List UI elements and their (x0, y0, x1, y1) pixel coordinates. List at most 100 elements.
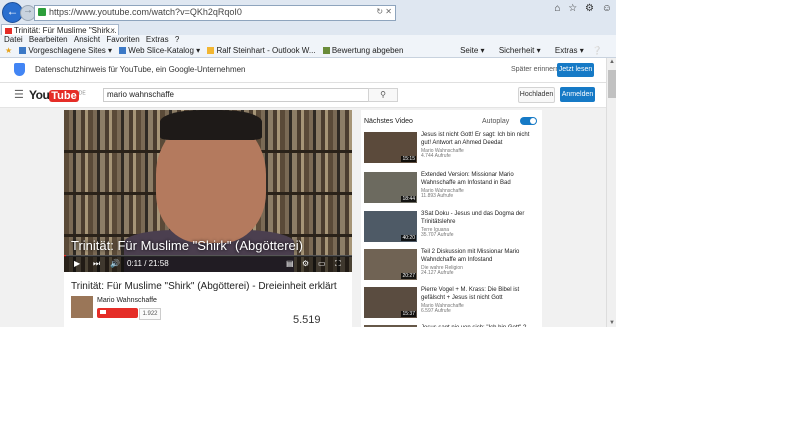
hamburger-menu-icon[interactable]: ☰ (14, 88, 24, 101)
forward-arrow-icon: → (23, 5, 33, 16)
subscribe-button[interactable]: Abonnieren (97, 308, 138, 326)
channel-name[interactable]: Mario Wahnschaffe (97, 297, 157, 304)
youtube-logo[interactable]: You Tube DE (29, 88, 86, 102)
menu-datei[interactable]: Datei (4, 35, 23, 44)
browser-window: ← → https://www.youtube.com/watch?v=QKh2… (0, 0, 616, 327)
related-video-title[interactable]: Pierre Vogel + M. Krass: Die Bibel ist g… (421, 286, 541, 302)
related-video-title[interactable]: Teil 2 Diskussion mit Missionar Mario Wa… (421, 248, 541, 264)
fav-bewertung[interactable]: Bewertung abgeben (322, 45, 403, 57)
fav-outlook[interactable]: Ralf Steinhart - Outlook W... (207, 45, 316, 57)
fullscreen-icon[interactable]: ⛶ (335, 259, 341, 269)
youtube-header: ☰ You Tube DE mario wahnschaffe ⚲ Hochlade… (0, 83, 606, 108)
video-duration: 15:15 (401, 156, 416, 162)
video-thumbnail[interactable]: 40:20 (364, 211, 417, 242)
window-controls: ⌂ ☆ ⚙ ☺ (549, 3, 612, 14)
subscriber-count: 1.922 (139, 308, 161, 320)
video-thumbnail[interactable]: 18:44 (364, 172, 417, 203)
video-duration: 18:44 (401, 196, 416, 202)
theater-mode-icon[interactable]: ▭ (318, 259, 326, 268)
related-video-item[interactable]: 18:44 Extended Version: Missionar Mario W… (364, 172, 542, 207)
video-title: Trinität: Für Muslime "Shirk" (Abgöttere… (71, 281, 337, 292)
related-video-title[interactable]: Extended Version: Missionar Mario Wahnsc… (421, 171, 541, 187)
menu-bearbeiten[interactable]: Bearbeiten (29, 35, 68, 44)
search-input[interactable]: mario wahnschaffe (103, 88, 370, 102)
search-button[interactable]: ⚲ (368, 88, 398, 102)
page-content: Datenschutzhinweis für YouTube, ein Goog… (0, 58, 606, 327)
rating-icon (322, 47, 330, 55)
related-video-title[interactable]: Jesus sagt nie von sich: "Ich bin Gott" … (421, 324, 541, 327)
play-icon[interactable]: ▶ (74, 259, 80, 268)
security-menu[interactable]: Sicherheit ▾ (493, 46, 541, 55)
related-video-title[interactable]: 3Sat Doku - Jesus und das Dogma der Trin… (421, 210, 541, 226)
web-slice-icon (119, 47, 127, 55)
page-scrollbar[interactable]: ▲ ▼ (606, 58, 616, 327)
video-duration: 15:37 (401, 311, 416, 317)
related-video-item[interactable]: 15:15 Jesus ist nicht Gott! Er sagt: Ich … (364, 132, 542, 167)
gear-icon[interactable]: ⚙ (585, 3, 594, 14)
video-thumbnail[interactable] (364, 325, 417, 327)
menu-extras[interactable]: Extras (146, 35, 169, 44)
search-icon: ⚲ (380, 90, 386, 99)
signin-button[interactable]: Anmelden (560, 87, 595, 102)
settings-gear-icon[interactable]: ⚙ (302, 259, 309, 268)
next-icon[interactable]: ⏭ (93, 259, 100, 269)
channel-avatar[interactable] (71, 296, 93, 318)
privacy-banner: Datenschutzhinweis für YouTube, ein Goog… (0, 58, 606, 83)
video-thumbnail[interactable]: 15:15 (364, 132, 417, 163)
volume-icon[interactable]: 🔊 (110, 259, 120, 268)
help-icon[interactable]: ❔ (592, 46, 602, 55)
related-video-views: 24.127 Aufrufe (421, 270, 454, 276)
fav-web-slice[interactable]: Web Slice-Katalog ▾ (119, 45, 200, 57)
related-videos: Nächstes Video Autoplay 15:15 Jesus ist n… (361, 110, 542, 327)
tab-title: Trinität: Für Muslime "Shirk... (14, 26, 117, 35)
related-video-title[interactable]: Jesus ist nicht Gott! Er sagt: Ich bin n… (421, 131, 541, 147)
refresh-icon[interactable]: ↻ ✕ (376, 7, 392, 16)
video-duration: 40:20 (401, 235, 416, 241)
related-video-views: 6.597 Aufrufe (421, 308, 451, 314)
time-display: 0:11 / 21:58 (127, 259, 169, 268)
scroll-down-icon[interactable]: ▼ (607, 320, 616, 326)
video-duration: 20:27 (401, 273, 416, 279)
youtube-play-icon (100, 310, 106, 315)
view-count: 5.519 Aufrufe (293, 314, 328, 327)
video-info: Trinität: Für Muslime "Shirk" (Abgöttere… (64, 272, 352, 327)
autoplay-toggle[interactable] (520, 117, 537, 125)
subtitles-icon[interactable]: ▤ (286, 259, 294, 268)
video-thumbnail[interactable]: 15:37 (364, 287, 417, 318)
outlook-icon (207, 47, 215, 55)
related-video-item[interactable]: 40:20 3Sat Doku - Jesus und das Dogma der… (364, 211, 542, 246)
tab-strip: Trinität: Für Muslime "Shirk... × (0, 24, 616, 36)
home-icon[interactable]: ⌂ (554, 3, 560, 14)
page-menu[interactable]: Seite ▾ (454, 46, 484, 55)
related-video-item[interactable]: 15:37 Pierre Vogel + M. Krass: Die Bibel … (364, 287, 542, 322)
menu-favoriten[interactable]: Favoriten (106, 35, 139, 44)
privacy-text: Datenschutzhinweis für YouTube, ein Goog… (35, 65, 246, 74)
star-icon[interactable]: ☆ (568, 3, 577, 14)
video-player[interactable]: Trinität: Für Muslime "Shirk" (Abgöttere… (64, 110, 352, 272)
menu-bar: Datei Bearbeiten Ansicht Favoriten Extra… (0, 35, 616, 45)
remind-later-link[interactable]: Später erinnern (511, 66, 559, 73)
related-video-item[interactable]: 20:27 Teil 2 Diskussion mit Missionar Mar… (364, 249, 542, 284)
menu-ansicht[interactable]: Ansicht (74, 35, 100, 44)
tools-menu[interactable]: Extras ▾ (549, 46, 584, 55)
video-overlay-title: Trinität: Für Muslime "Shirk" (Abgöttere… (71, 238, 303, 253)
youtube-favicon-icon (5, 27, 12, 34)
video-thumbnail[interactable]: 20:27 (364, 249, 417, 280)
scroll-up-icon[interactable]: ▲ (607, 59, 616, 65)
menu-help[interactable]: ? (175, 35, 179, 44)
favorites-bar: ★ Vorgeschlagene Sites ▾ Web Slice-Katal… (0, 45, 616, 58)
related-video-views: 35.707 Aufrufe (421, 232, 454, 238)
address-bar[interactable]: https://www.youtube.com/watch?v=QKh2qRqo… (34, 5, 396, 21)
player-controls: ▶ ⏭ 🔊 0:11 / 21:58 ▤ ⚙ ▭ ⛶ (64, 256, 352, 272)
related-video-views: 4.744 Aufrufe (421, 153, 451, 159)
smiley-icon[interactable]: ☺ (602, 3, 612, 14)
up-next-header: Nächstes Video (364, 118, 413, 125)
read-now-button[interactable]: Jetzt lesen (557, 63, 594, 77)
address-bar-row: ← → https://www.youtube.com/watch?v=QKh2… (0, 0, 616, 24)
related-video-item[interactable]: Jesus sagt nie von sich: "Ich bin Gott" … (364, 325, 542, 327)
favorites-star-icon[interactable]: ★ (5, 45, 12, 57)
scrollbar-thumb[interactable] (608, 70, 616, 98)
presenter-hair (160, 110, 262, 140)
fav-suggested-sites[interactable]: Vorgeschlagene Sites ▾ (19, 45, 112, 57)
upload-button[interactable]: Hochladen (518, 87, 555, 103)
